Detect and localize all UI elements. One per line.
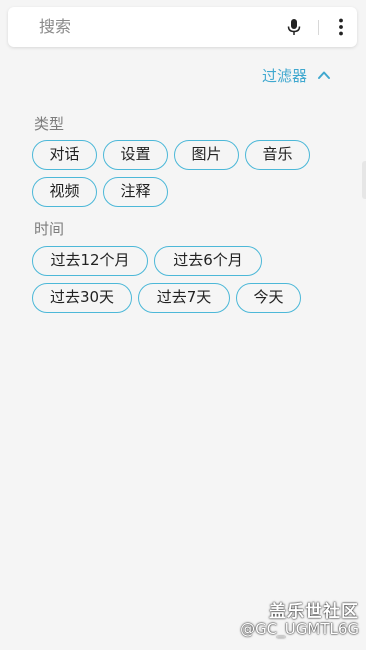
chip-past-6-months[interactable]: 过去6个月: [154, 246, 262, 276]
chip-past-7-days[interactable]: 过去7天: [138, 283, 230, 313]
watermark-community: 盖乐世社区: [269, 602, 359, 622]
chip-settings[interactable]: 设置: [103, 140, 168, 170]
chip-past-12-months[interactable]: 过去12个月: [32, 246, 148, 276]
chip-past-30-days[interactable]: 过去30天: [32, 283, 132, 313]
chip-video[interactable]: 视频: [32, 177, 97, 207]
type-section-title: 类型: [34, 115, 65, 133]
time-section-title: 时间: [34, 220, 65, 238]
filter-toggle[interactable]: 过滤器: [262, 64, 331, 86]
chip-today[interactable]: 今天: [236, 283, 301, 313]
filter-toggle-label: 过滤器: [262, 66, 308, 85]
microphone-icon[interactable]: [284, 17, 304, 37]
chip-notes[interactable]: 注释: [103, 177, 168, 207]
search-bar[interactable]: 搜索: [8, 7, 357, 47]
chip-images[interactable]: 图片: [174, 140, 239, 170]
divider: [318, 20, 319, 35]
chip-conversation[interactable]: 对话: [32, 140, 97, 170]
more-vert-icon[interactable]: [331, 17, 351, 37]
watermark-handle: @GC_UGMTL6G: [240, 620, 359, 638]
chip-music[interactable]: 音乐: [245, 140, 310, 170]
chevron-up-icon: [317, 68, 331, 82]
edge-panel-handle[interactable]: [362, 161, 366, 199]
search-input[interactable]: 搜索: [39, 17, 71, 37]
